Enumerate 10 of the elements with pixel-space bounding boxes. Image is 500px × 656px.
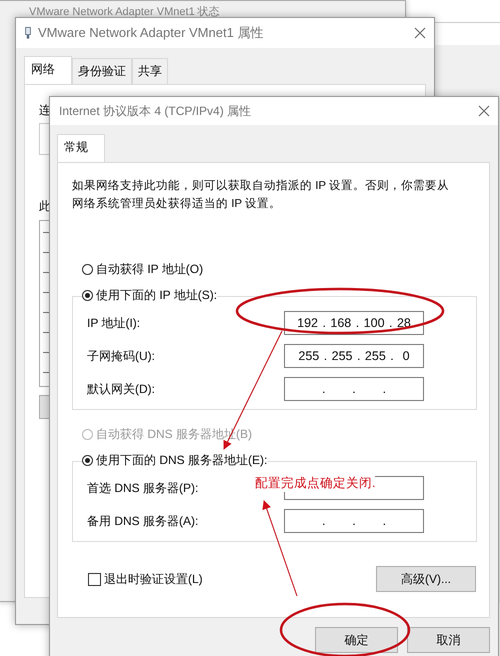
annotation-tooltip: 配置完成点确定关闭. <box>255 475 376 492</box>
window-title: Internet 协议版本 4 (TCP/IPv4) 属性 <box>59 102 252 120</box>
field-label: 子网掩码(U): <box>87 348 155 364</box>
field-label: 默认网关(D): <box>87 380 155 398</box>
field-label: 备用 DNS 服务器(A): <box>87 512 198 530</box>
description-text: 如果网络支持此功能，则可以获取自动指派的 IP 设置。否则，你需要从网络系统管理员处获得适当的 IP 设置。 <box>72 178 450 212</box>
field-label: 首选 DNS 服务器(P): <box>87 480 198 496</box>
field-label: IP 地址(I): <box>87 314 140 332</box>
window-title: VMware Network Adapter VMnet1 状态 <box>29 4 220 19</box>
window-title: VMware Network Adapter VMnet1 属性 <box>38 24 264 42</box>
